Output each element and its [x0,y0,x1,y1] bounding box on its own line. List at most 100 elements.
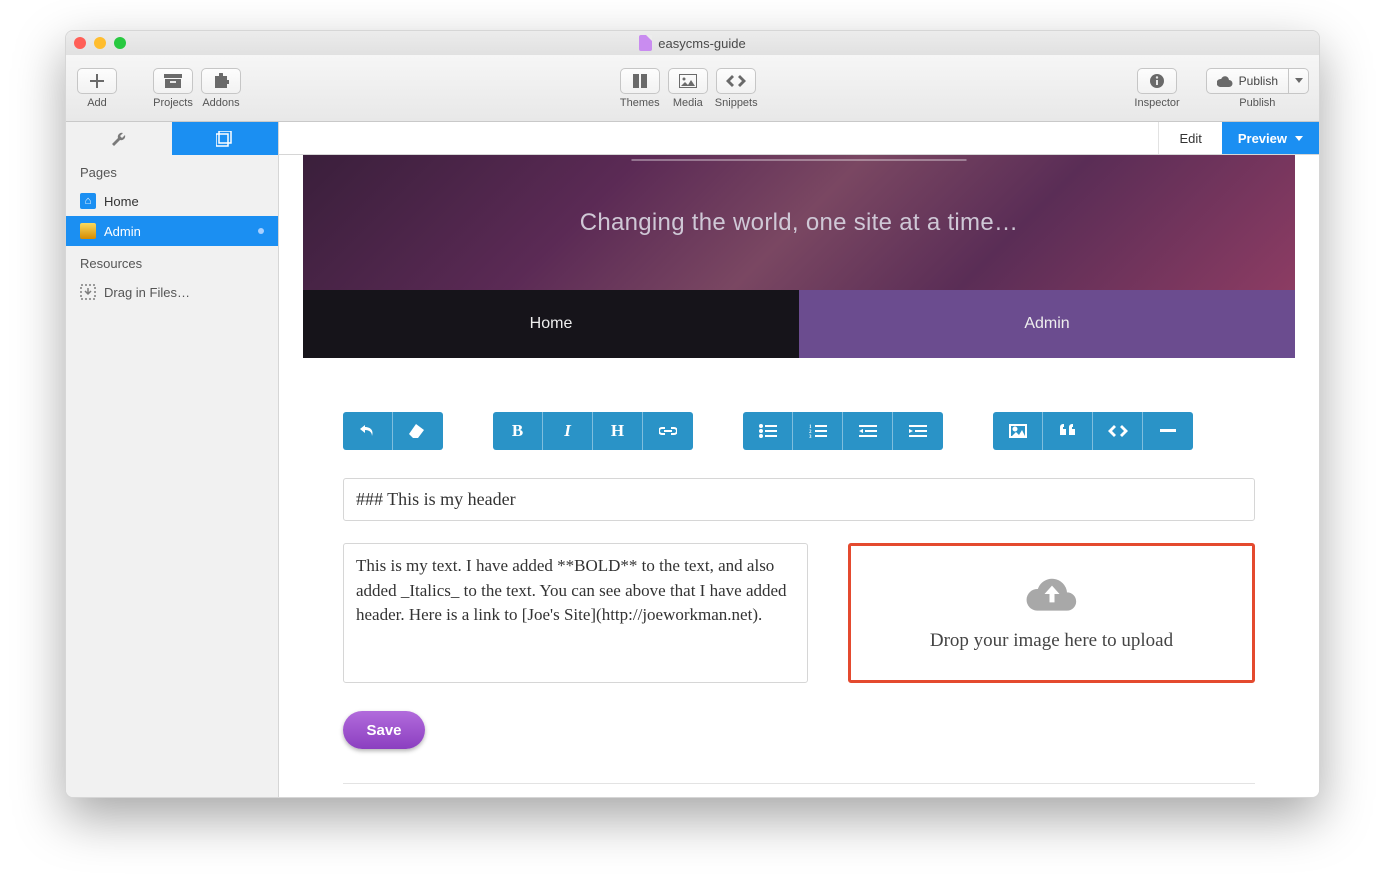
site-canvas: Changing the world, one site at a time… … [303,155,1295,797]
toolbar-inspector-label: Inspector [1134,97,1179,109]
app-window: easycms-guide Add Projects Addons [65,30,1320,798]
code-icon [726,75,746,87]
toolbar-themes-label: Themes [620,97,660,109]
archive-icon [164,74,182,88]
hero-divider [632,159,967,161]
toolbar-add[interactable]: Add [76,68,118,109]
edit-mode-button[interactable]: Edit [1158,122,1221,154]
publish-button[interactable]: Publish [1206,68,1289,94]
chevron-down-icon [1295,78,1303,83]
sidebar-tab-pages[interactable] [172,122,278,155]
puzzle-icon [213,73,229,89]
nav-admin[interactable]: Admin [799,290,1295,358]
save-button[interactable]: Save [343,711,425,749]
resources-section-title: Resources [66,246,278,277]
bold-button[interactable]: B [493,412,543,450]
undo-button[interactable] [343,412,393,450]
quote-button[interactable] [1043,412,1093,450]
editor-area: B I H 123 [303,358,1295,797]
bold-icon: B [512,421,523,441]
drag-files-item[interactable]: Drag in Files… [66,277,278,307]
code-brackets-icon [1108,425,1128,437]
dropzone-text: Drop your image here to upload [930,630,1173,652]
document-icon [639,35,652,51]
sidebar-item-label: Home [104,194,139,209]
preview-label: Preview [1238,131,1287,146]
hero-banner: Changing the world, one site at a time… [303,155,1295,290]
toolbar-add-label: Add [87,97,107,109]
box-icon [80,223,96,239]
cloud-up-icon [1217,75,1233,87]
cloud-upload-icon [1024,574,1080,614]
quote-icon [1060,424,1076,438]
image-dropzone[interactable]: Drop your image here to upload [848,543,1255,683]
titlebar: easycms-guide [66,31,1319,55]
chevron-down-icon [1295,136,1303,141]
publish-button-label: Publish [1239,74,1278,88]
toolbar-themes[interactable]: Themes [619,68,661,109]
info-icon [1149,73,1165,89]
header-input[interactable] [343,478,1255,521]
outdent-button[interactable] [843,412,893,450]
toolbar-publish-label: Publish [1239,97,1275,109]
window-title: easycms-guide [66,35,1319,51]
list-ul-icon [759,424,777,438]
sidebar-item-admin[interactable]: Admin [66,216,278,246]
sidebar-item-label: Admin [104,224,141,239]
body-textarea[interactable] [343,543,808,683]
italic-button[interactable]: I [543,412,593,450]
indent-button[interactable] [893,412,943,450]
drag-files-label: Drag in Files… [104,285,190,300]
hero-tagline: Changing the world, one site at a time… [580,209,1019,237]
ol-button[interactable]: 123 [793,412,843,450]
page-modified-dot [258,228,264,234]
sidebar-item-home[interactable]: ⌂ Home [66,186,278,216]
heading-icon: H [611,421,624,441]
toolbar-addons[interactable]: Addons [200,68,242,109]
link-button[interactable] [643,412,693,450]
pages-icon [216,131,234,147]
body: Pages ⌂ Home Admin Resources Drag in Fil… [66,122,1319,797]
toolbar-projects[interactable]: Projects [152,68,194,109]
site-nav: Home Admin [303,290,1295,358]
list-ol-icon: 123 [809,424,827,438]
plus-icon [90,74,104,88]
italic-icon: I [564,421,571,441]
site-footer: © 2016 Robert Ziebol Contact Me [343,783,1255,797]
editor-toolbar: B I H 123 [343,412,1255,450]
window-title-text: easycms-guide [658,36,745,51]
save-button-label: Save [366,722,401,739]
content-topbar: Edit Preview [279,122,1319,155]
indent-icon [909,424,927,438]
toolbar-media[interactable]: Media [667,68,709,109]
toolbar-inspector[interactable]: Inspector [1134,68,1179,109]
toolbar-projects-label: Projects [153,97,193,109]
download-box-icon [80,284,96,300]
hr-button[interactable] [1143,412,1193,450]
home-icon: ⌂ [80,193,96,209]
code-button[interactable] [1093,412,1143,450]
image-button[interactable] [993,412,1043,450]
nav-home[interactable]: Home [303,290,799,358]
content-area: Edit Preview Changing the world, one sit… [279,122,1319,797]
ul-button[interactable] [743,412,793,450]
preview-frame: Changing the world, one site at a time… … [279,155,1319,797]
edit-label: Edit [1179,131,1201,146]
main-toolbar: Add Projects Addons Themes Media [66,55,1319,122]
toolbar-media-label: Media [673,97,703,109]
publish-dropdown[interactable] [1289,68,1309,94]
picture-icon [1009,424,1027,438]
eraser-icon [409,424,427,438]
heading-button[interactable]: H [593,412,643,450]
pages-section-title: Pages [66,155,278,186]
svg-text:3: 3 [809,435,812,438]
wrench-icon [111,131,127,147]
toolbar-snippets[interactable]: Snippets [715,68,758,109]
toolbar-addons-label: Addons [202,97,239,109]
preview-mode-button[interactable]: Preview [1222,122,1319,154]
sidebar-tab-settings[interactable] [66,122,172,155]
toolbar-snippets-label: Snippets [715,97,758,109]
clear-button[interactable] [393,412,443,450]
sidebar: Pages ⌂ Home Admin Resources Drag in Fil… [66,122,279,797]
palette-icon [632,73,648,89]
